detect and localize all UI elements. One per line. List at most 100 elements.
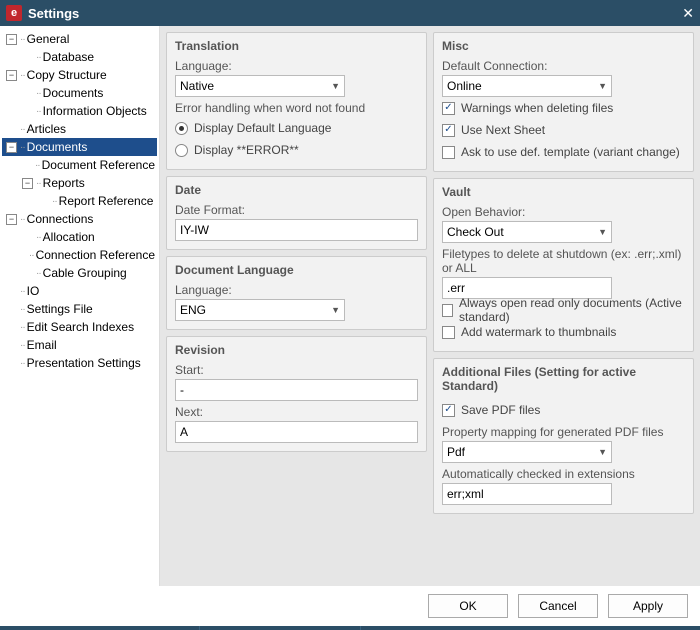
tree-item[interactable]: ··Cable Grouping — [2, 264, 157, 282]
doc-language-select[interactable]: ENG ▼ — [175, 299, 345, 321]
date-format-input[interactable] — [175, 219, 418, 241]
checkbox-icon: ✓ — [442, 404, 455, 417]
tree-leaf-icon — [22, 250, 26, 261]
tree-item[interactable]: ··Settings File — [2, 300, 157, 318]
panel-title: Misc — [442, 39, 685, 53]
tree-connector: ·· — [36, 268, 41, 279]
tree-connector: ·· — [20, 214, 25, 225]
tree-item[interactable]: ··Presentation Settings — [2, 354, 157, 372]
warnings-checkbox[interactable]: ✓ Warnings when deleting files — [442, 97, 685, 119]
ask-template-checkbox[interactable]: Ask to use def. template (variant change… — [442, 141, 685, 163]
title-bar: e Settings ✕ — [0, 0, 700, 26]
watermark-checkbox[interactable]: Add watermark to thumbnails — [442, 321, 685, 343]
tree-item[interactable]: ··Document Reference — [2, 156, 157, 174]
cancel-button[interactable]: Cancel — [518, 594, 598, 618]
checkbox-icon — [442, 326, 455, 339]
dialog-buttons: OK Cancel Apply — [0, 586, 700, 626]
radio-display-default[interactable]: Display Default Language — [175, 117, 418, 139]
tree-connector: ·· — [20, 70, 25, 81]
tree-leaf-icon — [6, 358, 17, 369]
tree-connector: ·· — [20, 340, 25, 351]
tree-item-label: Document Reference — [42, 158, 155, 172]
tree-item[interactable]: −··Connections — [2, 210, 157, 228]
checkbox-icon: ✓ — [442, 124, 455, 137]
language-select[interactable]: Native ▼ — [175, 75, 345, 97]
revision-next-input[interactable] — [175, 421, 418, 443]
settings-content: Translation Language: Native ▼ Error han… — [160, 26, 700, 586]
select-value: Pdf — [447, 445, 465, 459]
tree-item-label: Presentation Settings — [27, 356, 141, 370]
tree-leaf-icon — [6, 322, 17, 333]
revision-start-input[interactable] — [175, 379, 418, 401]
collapse-icon[interactable]: − — [22, 178, 33, 189]
tree-item[interactable]: ··Allocation — [2, 228, 157, 246]
panel-title: Revision — [175, 343, 418, 357]
tree-item[interactable]: −··Copy Structure — [2, 66, 157, 84]
chevron-down-icon: ▼ — [331, 81, 340, 91]
readonly-checkbox[interactable]: Always open read only documents (Active … — [442, 299, 685, 321]
tree-connector: ·· — [20, 34, 25, 45]
tree-item-label: Reports — [43, 176, 85, 190]
panel-translation: Translation Language: Native ▼ Error han… — [166, 32, 427, 170]
checkbox-label: Always open read only documents (Active … — [459, 296, 685, 324]
tree-leaf-icon — [22, 160, 32, 171]
checkbox-label: Add watermark to thumbnails — [461, 325, 616, 339]
tree-item[interactable]: −··Reports — [2, 174, 157, 192]
tree-leaf-icon — [6, 304, 17, 315]
tree-item-label: Documents — [27, 140, 88, 154]
filetypes-label: Filetypes to delete at shutdown (ex: .er… — [442, 247, 685, 275]
collapse-icon[interactable]: − — [6, 70, 17, 81]
tree-item-label: Connections — [27, 212, 94, 226]
tree-item[interactable]: ··Connection Reference — [2, 246, 157, 264]
save-pdf-checkbox[interactable]: ✓ Save PDF files — [442, 399, 685, 421]
default-connection-select[interactable]: Online ▼ — [442, 75, 612, 97]
tree-item[interactable]: ··Information Objects — [2, 102, 157, 120]
window-title: Settings — [28, 6, 79, 21]
tree-leaf-icon — [6, 124, 17, 135]
tree-connector: ·· — [20, 124, 25, 135]
tree-item-label: Connection Reference — [36, 248, 155, 262]
panel-additional-files: Additional Files (Setting for active Sta… — [433, 358, 694, 514]
radio-display-error[interactable]: Display **ERROR** — [175, 139, 418, 161]
panel-title: Translation — [175, 39, 418, 53]
mapping-label: Property mapping for generated PDF files — [442, 425, 685, 439]
collapse-icon[interactable]: − — [6, 34, 17, 45]
error-handling-label: Error handling when word not found — [175, 101, 418, 115]
tree-item[interactable]: ··Articles — [2, 120, 157, 138]
select-value: Native — [180, 79, 214, 93]
tree-item[interactable]: ··Email — [2, 336, 157, 354]
tree-connector: ·· — [20, 304, 25, 315]
auto-check-input[interactable] — [442, 483, 612, 505]
tree-item[interactable]: ··Documents — [2, 84, 157, 102]
ok-button[interactable]: OK — [428, 594, 508, 618]
tree-item-label: General — [27, 32, 70, 46]
collapse-icon[interactable]: − — [6, 142, 17, 153]
tree-connector: ·· — [20, 142, 25, 153]
chevron-down-icon: ▼ — [598, 227, 607, 237]
revision-start-label: Start: — [175, 363, 418, 377]
tree-item[interactable]: ··Edit Search Indexes — [2, 318, 157, 336]
tree-leaf-icon — [6, 286, 17, 297]
tree-item[interactable]: ··Report Reference — [2, 192, 157, 210]
next-sheet-checkbox[interactable]: ✓ Use Next Sheet — [442, 119, 685, 141]
tree-item[interactable]: ··Database — [2, 48, 157, 66]
checkbox-label: Save PDF files — [461, 403, 540, 417]
tree-item[interactable]: −··General — [2, 30, 157, 48]
radio-icon — [175, 144, 188, 157]
mapping-select[interactable]: Pdf ▼ — [442, 441, 612, 463]
tree-leaf-icon — [22, 232, 33, 243]
open-behavior-select[interactable]: Check Out ▼ — [442, 221, 612, 243]
collapse-icon[interactable]: − — [6, 214, 17, 225]
apply-button[interactable]: Apply — [608, 594, 688, 618]
date-format-label: Date Format: — [175, 203, 418, 217]
tree-item-label: Settings File — [27, 302, 93, 316]
tree-item[interactable]: ··IO — [2, 282, 157, 300]
tree-item[interactable]: −··Documents — [2, 138, 157, 156]
tree-item-label: Copy Structure — [27, 68, 107, 82]
tree-connector: ·· — [29, 250, 34, 261]
panel-document-language: Document Language Language: ENG ▼ — [166, 256, 427, 330]
close-icon[interactable]: ✕ — [682, 5, 694, 22]
panel-title: Additional Files (Setting for active Sta… — [442, 365, 685, 393]
panel-title: Document Language — [175, 263, 418, 277]
language-label: Language: — [175, 59, 418, 73]
